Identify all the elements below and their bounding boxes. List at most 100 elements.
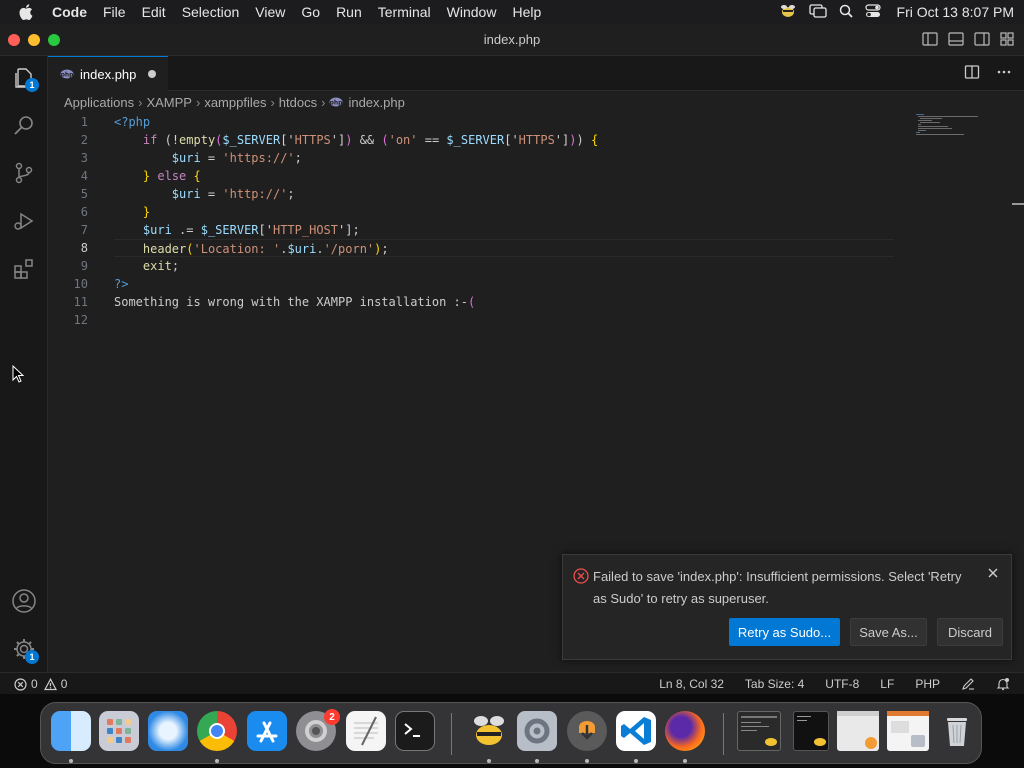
close-notification-icon[interactable] [987, 567, 999, 582]
source-control-icon[interactable] [0, 151, 48, 195]
window-thumb-2[interactable] [793, 711, 829, 751]
vscode-icon[interactable] [616, 711, 656, 751]
extensions-icon[interactable] [0, 247, 48, 291]
code-token: ( [186, 242, 194, 256]
control-center-icon[interactable] [864, 3, 881, 21]
launchpad-icon[interactable] [99, 711, 139, 751]
app-store-icon[interactable] [247, 711, 287, 751]
window-thumb-1[interactable] [737, 711, 781, 751]
firefox-icon[interactable] [665, 711, 705, 751]
breadcrumb-index-php[interactable]: index.php [348, 95, 404, 110]
discard-button[interactable]: Discard [937, 618, 1003, 646]
window-thumb-3[interactable] [837, 711, 879, 751]
accounts-icon[interactable] [0, 579, 48, 623]
chevron-right-icon: › [321, 94, 326, 110]
problems-status[interactable]: 0 0 [14, 677, 67, 691]
toggle-secondary-sidebar-icon[interactable] [974, 32, 990, 51]
code-line[interactable]: if (!empty($_SERVER['HTTPS']) && ('on' =… [114, 131, 894, 149]
retry-as-sudo-button[interactable]: Retry as Sudo... [729, 618, 840, 646]
notifications-bell-icon[interactable] [996, 677, 1010, 691]
breadcrumb-xampp[interactable]: XAMPP [146, 95, 192, 110]
menu-view[interactable]: View [247, 4, 293, 20]
code-line[interactable]: } else { [114, 167, 894, 185]
tab-index-php[interactable]: php index.php [48, 56, 168, 91]
menu-app-code[interactable]: Code [52, 4, 95, 20]
cursor-position[interactable]: Ln 8, Col 32 [659, 677, 724, 691]
feedback-icon[interactable] [961, 677, 975, 691]
tab-size[interactable]: Tab Size: 4 [745, 677, 804, 691]
cyberduck-icon[interactable] [469, 711, 509, 751]
end-of-line[interactable]: LF [880, 677, 894, 691]
customize-layout-icon[interactable] [1000, 32, 1014, 51]
code-line[interactable]: <?php [114, 113, 894, 131]
file-encoding[interactable]: UTF-8 [825, 677, 859, 691]
breadcrumb-xamppfiles[interactable]: xamppfiles [204, 95, 266, 110]
textedit-icon[interactable] [346, 711, 386, 751]
line-number[interactable]: 1 [48, 113, 98, 131]
line-number[interactable]: 2 [48, 131, 98, 149]
toggle-primary-sidebar-icon[interactable] [922, 32, 938, 51]
menubar-clock[interactable]: Fri Oct 13 8:07 PM [897, 4, 1014, 20]
more-actions-icon[interactable] [996, 64, 1012, 85]
code-lines[interactable]: <?php if (!empty($_SERVER['HTTPS']) && (… [114, 113, 894, 329]
line-number[interactable]: 3 [48, 149, 98, 167]
menu-terminal[interactable]: Terminal [370, 4, 439, 20]
line-number[interactable]: 7 [48, 221, 98, 239]
code-line[interactable]: Something is wrong with the XAMPP instal… [114, 293, 894, 311]
code-line[interactable]: $uri = 'https://'; [114, 149, 894, 167]
line-number[interactable]: 6 [48, 203, 98, 221]
manage-gear-icon[interactable]: 1 [0, 627, 48, 671]
line-number[interactable]: 11 [48, 293, 98, 311]
menu-edit[interactable]: Edit [134, 4, 174, 20]
language-mode[interactable]: PHP [915, 677, 940, 691]
line-number[interactable]: 12 [48, 311, 98, 329]
code-line[interactable]: } [114, 203, 894, 221]
window-thumb-4[interactable] [887, 711, 929, 751]
menu-go[interactable]: Go [293, 4, 328, 20]
xampp-manager-icon[interactable] [517, 711, 557, 751]
trash-icon[interactable] [937, 711, 977, 751]
line-number[interactable]: 8 [48, 239, 98, 257]
line-number[interactable]: 9 [48, 257, 98, 275]
code-token: $_SERVER [200, 223, 259, 237]
safari-icon[interactable] [148, 711, 188, 751]
menu-window[interactable]: Window [439, 4, 505, 20]
code-line[interactable]: exit; [114, 257, 894, 275]
menu-help[interactable]: Help [504, 4, 549, 20]
downloader-icon[interactable] [567, 711, 607, 751]
code-line[interactable]: ?> [114, 275, 894, 293]
unsaved-dot-icon[interactable] [148, 70, 156, 78]
run-debug-icon[interactable] [0, 199, 48, 243]
code-token: $uri [287, 242, 317, 256]
terminal-icon[interactable] [395, 711, 435, 751]
code-line[interactable]: $uri = 'http://'; [114, 185, 894, 203]
chevron-right-icon: › [195, 94, 201, 110]
toggle-panel-icon[interactable] [948, 32, 964, 51]
search-icon[interactable] [0, 103, 48, 147]
minimap[interactable] [914, 113, 984, 143]
code-line[interactable]: $uri .= $_SERVER['HTTP_HOST']; [114, 221, 894, 239]
system-settings-icon[interactable]: 2 [296, 709, 340, 751]
finder-icon[interactable] [51, 711, 91, 751]
menu-run[interactable]: Run [328, 4, 370, 20]
line-number[interactable]: 5 [48, 185, 98, 203]
line-number[interactable]: 4 [48, 167, 98, 185]
breadcrumb-htdocs[interactable]: htdocs [279, 95, 317, 110]
menu-file[interactable]: File [95, 4, 134, 20]
explorer-icon[interactable]: 1 [0, 56, 48, 100]
menu-selection[interactable]: Selection [174, 4, 248, 20]
code-line[interactable]: header('Location: '.$uri.'/porn'); [114, 239, 894, 257]
editor-scrollbar[interactable] [1012, 203, 1024, 205]
split-editor-icon[interactable] [964, 64, 980, 85]
spotlight-search-icon[interactable] [839, 4, 853, 21]
screen-mirroring-icon[interactable] [808, 3, 827, 21]
apple-menu-icon[interactable] [0, 4, 52, 20]
chrome-icon[interactable] [197, 711, 237, 751]
cyberduck-status-icon[interactable] [779, 4, 797, 21]
line-number[interactable]: 10 [48, 275, 98, 293]
breadcrumb-applications[interactable]: Applications [64, 95, 134, 110]
code-line[interactable] [114, 311, 894, 329]
save-as-button[interactable]: Save As... [850, 618, 927, 646]
